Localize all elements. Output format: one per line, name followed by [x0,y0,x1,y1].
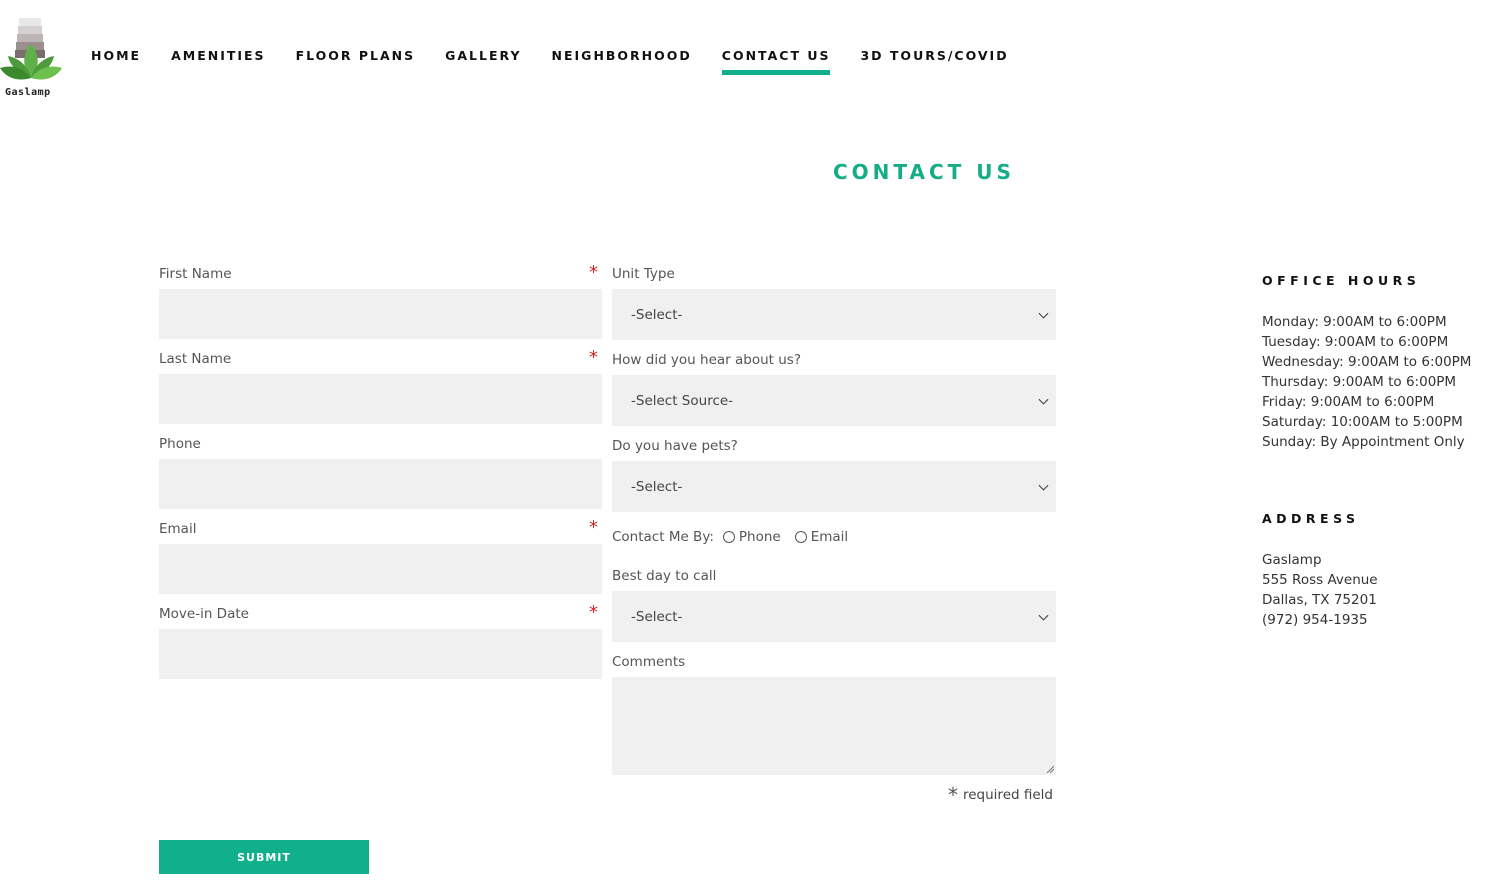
required-marker: * [589,602,598,623]
chevron-down-icon [1038,480,1049,491]
required-marker: * [589,262,598,283]
unit-type-label: Unit Type [612,266,675,282]
pets-select[interactable]: -Select- [612,461,1056,512]
contact-phone-label: Phone [738,529,781,545]
best-day-value: -Select- [631,608,683,625]
contact-method-group: Contact Me By: Phone Email [612,529,848,545]
phone-label: Phone [159,436,201,452]
required-star-icon: * [948,783,958,807]
unit-type-value: -Select- [631,306,683,323]
hours-line: Saturday: 10:00AM to 5:00PM [1262,414,1463,430]
email-label: Email [159,521,197,537]
nav-contact-us[interactable]: CONTACT US [721,48,831,75]
unit-type-select[interactable]: -Select- [612,289,1056,340]
nav-gallery[interactable]: GALLERY [445,48,521,75]
move-in-date-label: Move-in Date [159,606,249,622]
comments-label: Comments [612,654,686,670]
last-name-label: Last Name [159,351,232,367]
resize-handle-icon[interactable] [1046,765,1054,773]
pets-value: -Select- [631,478,683,495]
phone-number[interactable]: (972) 954-1935 [1262,610,1378,630]
radio-icon[interactable] [794,531,807,543]
nav-home[interactable]: HOME [91,48,141,75]
hours-line: Monday: 9:00AM to 6:00PM [1262,314,1447,330]
hear-about-label: How did you hear about us? [612,352,801,368]
contact-email-option[interactable]: Email [794,529,849,545]
contact-email-label: Email [810,529,849,545]
first-name-input[interactable] [159,289,602,339]
logo-text: Gaslamp [5,87,51,98]
nav-neighborhood[interactable]: NEIGHBORHOOD [552,48,692,75]
nav-floor-plans[interactable]: FLOOR PLANS [296,48,416,75]
hours-line: Tuesday: 9:00AM to 6:00PM [1262,334,1449,350]
hours-line: Wednesday: 9:00AM to 6:00PM [1262,354,1472,370]
best-day-label: Best day to call [612,568,717,584]
required-marker: * [589,347,598,368]
hear-about-select[interactable]: -Select Source- [612,375,1056,426]
page-title: CONTACT US [833,160,1015,184]
required-field-text: required field [963,787,1053,803]
comments-textarea[interactable] [612,677,1056,775]
required-marker: * [589,517,598,538]
chevron-down-icon [1038,394,1049,405]
nav-amenities[interactable]: AMENITIES [171,48,265,75]
main-nav: HOME AMENITIES FLOOR PLANS GALLERY NEIGH… [91,48,1039,75]
move-in-date-input[interactable] [159,629,602,679]
last-name-input[interactable] [159,374,602,424]
email-input[interactable] [159,544,602,594]
contact-by-label: Contact Me By: [612,529,714,545]
hear-about-value: -Select Source- [631,392,734,409]
hours-line: Friday: 9:00AM to 6:00PM [1262,394,1435,410]
required-field-note: * required field [948,785,1053,805]
contact-phone-option[interactable]: Phone [722,529,781,545]
address-line: Dallas, TX 75201 [1262,592,1377,608]
pets-label: Do you have pets? [612,438,738,454]
address-line: Gaslamp [1262,552,1322,568]
nav-3d-tours-covid[interactable]: 3D TOURS/COVID [860,48,1008,75]
office-hours-list: Monday: 9:00AM to 6:00PM Tuesday: 9:00AM… [1262,312,1471,452]
radio-icon[interactable] [722,531,735,543]
submit-button[interactable]: SUBMIT [159,840,369,874]
office-hours-heading: OFFICE HOURS [1262,273,1421,288]
first-name-label: First Name [159,266,232,282]
address-heading: ADDRESS [1262,511,1360,526]
address-block: Gaslamp 555 Ross Avenue Dallas, TX 75201… [1262,550,1378,630]
best-day-select[interactable]: -Select- [612,591,1056,642]
phone-input[interactable] [159,459,602,509]
chevron-down-icon [1038,308,1049,319]
hours-line: Sunday: By Appointment Only [1262,434,1465,450]
chevron-down-icon [1038,610,1049,621]
hours-line: Thursday: 9:00AM to 6:00PM [1262,374,1457,390]
address-line: 555 Ross Avenue [1262,572,1378,588]
